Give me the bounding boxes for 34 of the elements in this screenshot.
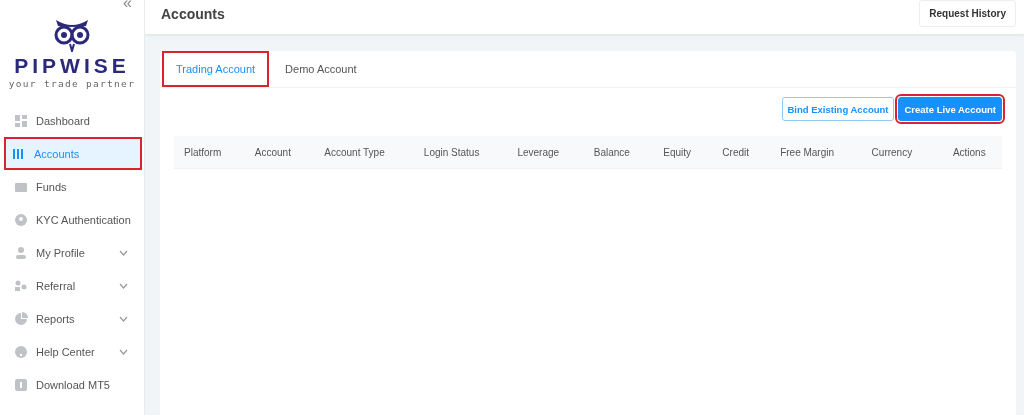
column-header: Account — [244, 136, 315, 169]
nav-icon — [14, 344, 28, 359]
column-header: Credit — [712, 136, 771, 169]
nav-item[interactable]: Referral — [0, 269, 144, 302]
nav-item[interactable]: Help Center — [0, 335, 144, 368]
brand-name: PIPWISE — [14, 54, 130, 78]
owl-logo-icon — [52, 18, 92, 52]
column-header: Actions — [936, 136, 1002, 169]
nav-icon — [14, 245, 28, 260]
nav-icon — [14, 311, 28, 326]
nav-item[interactable]: Download MT5 — [0, 368, 144, 401]
nav-item[interactable]: KYC Authentication — [0, 203, 144, 236]
nav-item[interactable]: Funds — [0, 170, 144, 203]
column-header: Balance — [583, 136, 654, 169]
nav-item[interactable]: My Profile — [0, 236, 144, 269]
column-header: Currency — [861, 136, 937, 169]
nav-icon — [14, 278, 28, 293]
nav-item[interactable]: Reports — [0, 302, 144, 335]
tab[interactable]: Demo Account — [271, 51, 371, 87]
column-header: Leverage — [507, 136, 584, 169]
collapse-icon[interactable]: « — [123, 0, 132, 12]
column-header: Platform — [174, 136, 245, 169]
brand-tagline: your trade partner — [8, 78, 136, 89]
column-header: Login Status — [413, 136, 508, 169]
nav-icon — [12, 146, 26, 161]
nav-item[interactable]: Dashboard — [0, 104, 144, 137]
column-header: Account Type — [314, 136, 414, 169]
nav-icon — [14, 212, 28, 227]
column-header: Free Margin — [770, 136, 862, 169]
nav-icon — [14, 377, 28, 392]
column-header: Equity — [653, 136, 713, 169]
page-title: Accounts — [161, 6, 225, 22]
request-history-button[interactable]: Request History — [919, 0, 1016, 27]
nav-icon — [14, 113, 28, 128]
